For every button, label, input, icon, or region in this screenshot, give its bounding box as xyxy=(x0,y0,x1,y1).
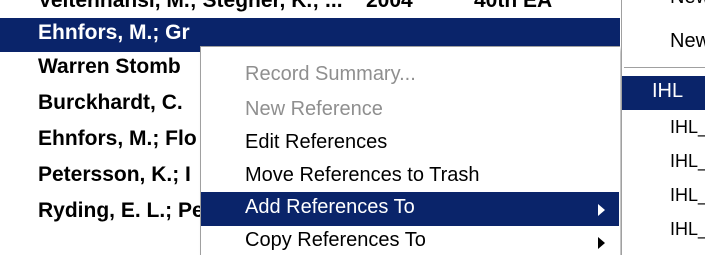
menu-item-new-reference[interactable]: New Reference xyxy=(201,94,619,128)
submenu-item-ihl-4[interactable]: IHL_ xyxy=(622,215,705,249)
submenu-item-label: IHL_ xyxy=(670,185,705,205)
menu-item-label: Move References to Trash xyxy=(245,164,480,186)
reference-row[interactable]: Veltennansl, M.; Stegner, K.; ... 2004 4… xyxy=(0,0,620,20)
submenu-item-new-partial[interactable]: New xyxy=(622,0,705,16)
submenu-item-label: IHL xyxy=(652,80,684,102)
context-menu: Record Summary... New Reference Edit Ref… xyxy=(200,46,620,255)
menu-item-add-references-to[interactable]: Add References To xyxy=(201,192,619,226)
submenu-item-label: IHL_ xyxy=(670,117,705,137)
submenu-separator xyxy=(624,67,705,69)
submenu-item-new[interactable]: New xyxy=(622,26,705,60)
reference-author: Ryding, E. L.; Pe xyxy=(38,199,204,222)
submenu-item-label: New xyxy=(670,30,705,52)
menu-item-record-summary[interactable]: Record Summary... xyxy=(201,59,619,93)
reference-author: Ehnfors, M.; Flo xyxy=(38,127,197,150)
menu-item-edit-references[interactable]: Edit References xyxy=(201,127,619,161)
menu-item-label: New Reference xyxy=(245,98,383,120)
reference-author: Warren Stomb xyxy=(38,55,181,78)
submenu-item-ihl-2[interactable]: IHL_ xyxy=(622,147,705,181)
reference-author: Veltennansl, M.; Stegner, K.; ... xyxy=(38,0,343,12)
reference-author: Petersson, K.; I xyxy=(38,163,191,186)
submenu-arrow-icon xyxy=(598,237,605,249)
submenu-item-ihl-3[interactable]: IHL_ xyxy=(622,181,705,215)
menu-item-label: Add References To xyxy=(245,196,415,218)
submenu-item-label: IHL_ xyxy=(670,219,705,239)
submenu-arrow-icon xyxy=(598,204,605,216)
menu-item-label: Record Summary... xyxy=(245,63,416,85)
groups-submenu: New New IHL IHL_ IHL_ IHL_ IHL_ xyxy=(621,0,705,255)
menu-item-copy-references-to[interactable]: Copy References To xyxy=(201,225,619,255)
menu-item-label: Copy References To xyxy=(245,229,426,251)
reference-year: 2004 xyxy=(366,0,413,12)
submenu-item-ihl-1[interactable]: IHL_ xyxy=(622,113,705,147)
reference-author: Burckhardt, C. xyxy=(38,91,183,114)
reference-source: 40th EA xyxy=(474,0,553,12)
submenu-item-label: New xyxy=(670,0,705,9)
reference-author: Ehnfors, M.; Gr xyxy=(38,21,190,44)
menu-item-label: Edit References xyxy=(245,131,388,153)
submenu-item-ihl[interactable]: IHL xyxy=(622,76,705,110)
submenu-item-label: IHL_ xyxy=(670,151,705,171)
menu-item-move-to-trash[interactable]: Move References to Trash xyxy=(201,160,619,194)
